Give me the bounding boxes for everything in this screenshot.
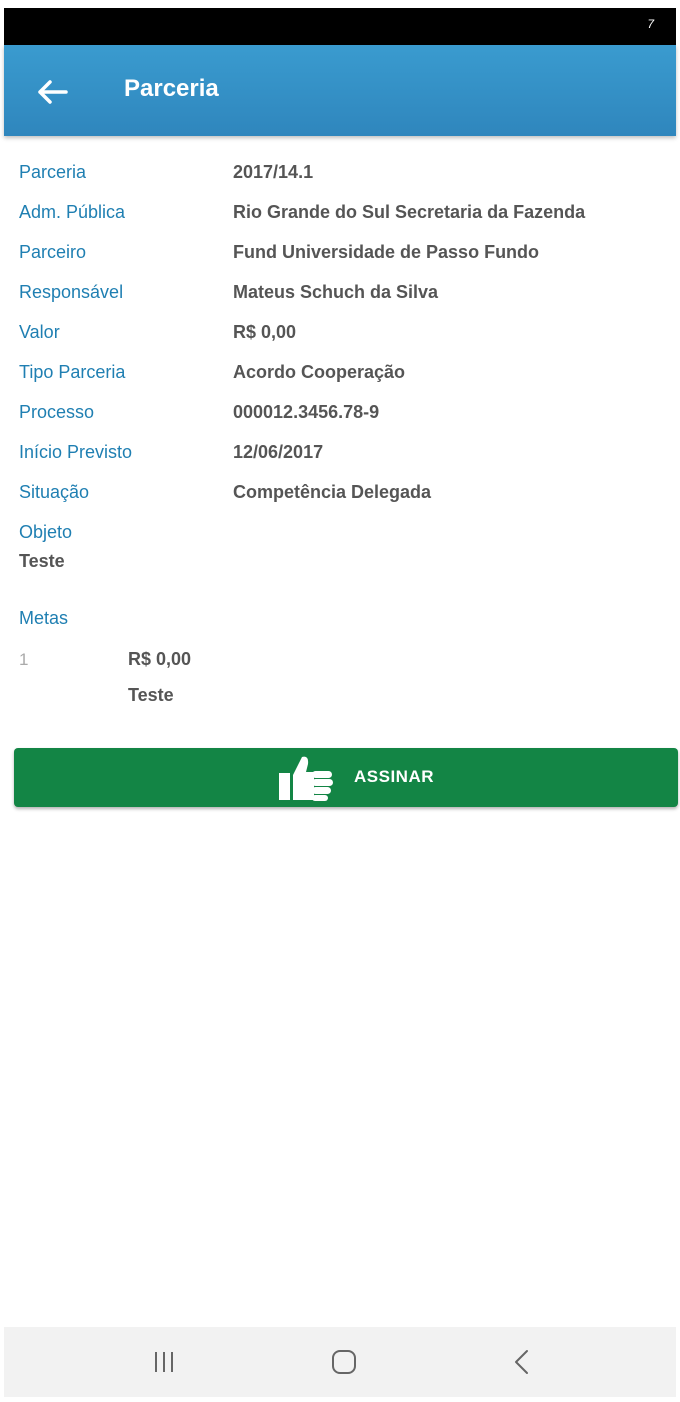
system-nav-bar (4, 1327, 676, 1397)
detail-list: Parceria 2017/14.1 Adm. Pública Rio Gran… (19, 152, 669, 705)
field-value: 000012.3456.78-9 (233, 402, 380, 422)
field-label: Parceria (19, 162, 87, 182)
home-icon (332, 1350, 356, 1374)
status-bar: 7 (4, 8, 676, 45)
meta-index: 1 (19, 650, 29, 669)
field-label: Adm. Pública (19, 202, 126, 222)
field-value: 2017/14.1 (233, 162, 314, 182)
field-label: Tipo Parceria (19, 362, 126, 382)
meta-value: R$ 0,00 (128, 649, 192, 669)
field-value: Acordo Cooperação (233, 362, 406, 382)
app-bar: Parceria (4, 45, 676, 136)
field-row-responsavel: Responsável Mateus Schuch da Silva (19, 272, 669, 312)
metas-label: Metas (19, 608, 69, 628)
field-row-situacao: Situação Competência Delegada (19, 472, 669, 512)
field-row-parceria: Parceria 2017/14.1 (19, 152, 669, 192)
objeto-value: Teste (19, 551, 65, 571)
chevron-left-icon (515, 1350, 528, 1374)
sign-button-label: ASSINAR (354, 767, 435, 786)
field-label: Responsável (19, 282, 124, 302)
field-label: Valor (19, 322, 60, 342)
recent-apps-icon (155, 1352, 173, 1372)
field-row-processo: Processo 000012.3456.78-9 (19, 392, 669, 432)
field-row-tipo-parceria: Tipo Parceria Acordo Cooperação (19, 352, 669, 392)
field-label: Início Previsto (19, 442, 133, 462)
sign-button[interactable]: ASSINAR (14, 748, 678, 807)
field-value: 12/06/2017 (233, 442, 324, 462)
field-value: Rio Grande do Sul Secretaria da Fazenda (233, 202, 586, 222)
field-value: R$ 0,00 (233, 322, 297, 342)
objeto-label: Objeto (19, 522, 73, 542)
meta-description: Teste (128, 685, 174, 705)
field-row-parceiro: Parceiro Fund Universidade de Passo Fund… (19, 232, 669, 272)
back-button[interactable] (32, 72, 72, 112)
field-row-valor: Valor R$ 0,00 (19, 312, 669, 352)
nav-back-button[interactable] (492, 1327, 552, 1397)
field-value: Mateus Schuch da Silva (233, 282, 439, 302)
status-indicator: 7 (647, 17, 654, 31)
thumbs-up-icon (279, 756, 333, 801)
field-value: Competência Delegada (233, 482, 432, 502)
home-button[interactable] (314, 1327, 374, 1397)
recent-apps-button[interactable] (134, 1327, 194, 1397)
field-row-inicio-previsto: Início Previsto 12/06/2017 (19, 432, 669, 472)
arrow-left-icon (38, 80, 68, 104)
page-title: Parceria (124, 75, 219, 102)
field-row-adm-publica: Adm. Pública Rio Grande do Sul Secretari… (19, 192, 669, 232)
field-label: Processo (19, 402, 95, 422)
field-label: Situação (19, 482, 90, 502)
field-value: Fund Universidade de Passo Fundo (233, 242, 540, 262)
field-label: Parceiro (19, 242, 87, 262)
